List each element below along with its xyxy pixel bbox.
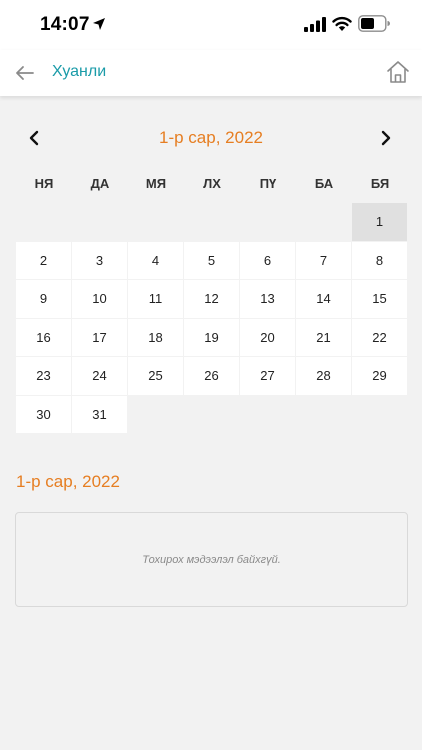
calendar-empty-cell — [296, 203, 351, 241]
back-arrow-icon[interactable] — [10, 60, 40, 86]
battery-icon — [358, 15, 390, 32]
page-title: Хуанли — [52, 63, 107, 80]
month-navigation: 1-р сар, 2022 — [16, 122, 406, 154]
calendar-day-cell[interactable]: 17 — [72, 318, 127, 356]
cellular-signal-icon — [304, 17, 326, 32]
weekday-label: МЯ — [145, 176, 167, 191]
calendar-day-cell[interactable]: 27 — [240, 357, 295, 395]
calendar-day-cell[interactable]: 6 — [240, 241, 295, 279]
calendar-days-grid: 1 2 3 4 5 6 7 8 9 10 11 12 13 14 15 16 17 18 19 20 21 22 23 24 2… — [16, 203, 408, 434]
calendar-day-cell[interactable]: 7 — [296, 241, 351, 279]
calendar-day-cell[interactable]: 3 — [72, 241, 127, 279]
events-section-title: 1-р сар, 2022 — [16, 472, 120, 491]
calendar-empty-cell — [128, 203, 183, 241]
home-icon[interactable] — [384, 58, 412, 86]
calendar-day-cell[interactable]: 12 — [184, 280, 239, 318]
calendar-day-cell[interactable]: 29 — [352, 357, 407, 395]
calendar-empty-cell — [16, 203, 71, 241]
chevron-right-icon[interactable] — [376, 128, 396, 148]
calendar-day-cell[interactable]: 31 — [72, 395, 127, 433]
calendar-day-cell[interactable]: 20 — [240, 318, 295, 356]
calendar-day-cell[interactable]: 18 — [128, 318, 183, 356]
calendar-day-cell[interactable]: 26 — [184, 357, 239, 395]
calendar-day-cell[interactable]: 22 — [352, 318, 407, 356]
status-time: 14:07 — [40, 14, 90, 35]
calendar-day-cell[interactable]: 24 — [72, 357, 127, 395]
status-bar: 14:07 — [0, 0, 422, 50]
calendar-day-cell[interactable]: 13 — [240, 280, 295, 318]
calendar-day-cell[interactable]: 2 — [16, 241, 71, 279]
calendar-day-cell[interactable]: 5 — [184, 241, 239, 279]
empty-events-message: Тохирох мэдээлэл байхгүй. — [142, 553, 281, 566]
calendar-empty-cell — [240, 203, 295, 241]
calendar-empty-cell — [184, 203, 239, 241]
calendar-day-cell[interactable]: 9 — [16, 280, 71, 318]
calendar-day-cell[interactable]: 23 — [16, 357, 71, 395]
calendar-day-cell[interactable]: 16 — [16, 318, 71, 356]
calendar-day-cell[interactable]: 25 — [128, 357, 183, 395]
weekday-label: ДА — [90, 176, 110, 191]
calendar-day-cell[interactable]: 21 — [296, 318, 351, 356]
weekday-label: БЯ — [370, 176, 390, 191]
calendar-day-cell[interactable]: 11 — [128, 280, 183, 318]
weekday-header-row: НЯ ДА МЯ ЛХ ПҮ БА БЯ — [16, 176, 408, 196]
calendar-day-cell[interactable]: 30 — [16, 395, 71, 433]
calendar-day-cell[interactable]: 4 — [128, 241, 183, 279]
location-arrow-icon — [93, 18, 105, 30]
calendar-month-title: 1-р сар, 2022 — [159, 128, 263, 147]
events-list-box: Тохирох мэдээлэл байхгүй. — [15, 512, 408, 607]
weekday-label: БА — [314, 176, 334, 191]
calendar-day-cell[interactable]: 8 — [352, 241, 407, 279]
app-header: Хуанли — [0, 50, 422, 96]
calendar-day-cell[interactable]: 1 — [352, 203, 407, 241]
wifi-icon — [332, 16, 352, 31]
calendar-empty-cell — [72, 203, 127, 241]
weekday-label: ЛХ — [203, 176, 221, 191]
calendar-day-cell[interactable]: 14 — [296, 280, 351, 318]
weekday-label: НЯ — [34, 176, 54, 191]
calendar-day-cell[interactable]: 28 — [296, 357, 351, 395]
calendar-day-cell[interactable]: 15 — [352, 280, 407, 318]
weekday-label: ПҮ — [259, 176, 277, 191]
calendar-day-cell[interactable]: 19 — [184, 318, 239, 356]
calendar-day-cell[interactable]: 10 — [72, 280, 127, 318]
